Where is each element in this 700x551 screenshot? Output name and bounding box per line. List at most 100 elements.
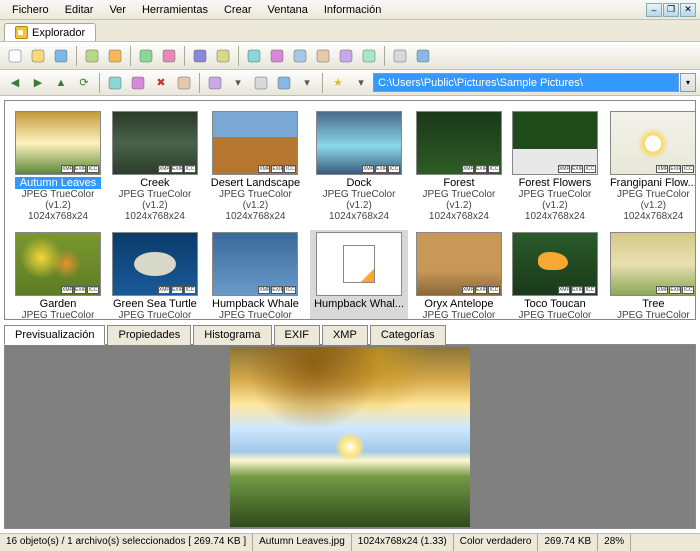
- thumb-image: XMPEXIFICC: [610, 232, 696, 296]
- paste-button[interactable]: [104, 45, 126, 67]
- menu-herramientas[interactable]: Herramientas: [134, 2, 216, 18]
- picture-send-button[interactable]: [158, 45, 180, 67]
- thumb-image: XMPEXIFICC: [316, 111, 402, 175]
- slideshow-button[interactable]: [266, 45, 288, 67]
- detail-tab-histograma[interactable]: Histograma: [193, 325, 271, 345]
- print-button[interactable]: [212, 45, 234, 67]
- thumb-item[interactable]: XMPEXIFICCOryx AntelopeJPEG TrueColor (v…: [414, 230, 504, 320]
- thumb-item[interactable]: XMPEXIFICCCreekJPEG TrueColor (v1.2)1024…: [109, 109, 201, 224]
- batch-button[interactable]: [312, 45, 334, 67]
- nav-refresh-button[interactable]: ⟳: [73, 72, 95, 94]
- nav-star-button[interactable]: ★: [327, 72, 349, 94]
- thumb-meta: JPEG TrueColor (v1.2): [416, 189, 502, 211]
- copy-button[interactable]: [81, 45, 103, 67]
- menu-ventana[interactable]: Ventana: [260, 2, 316, 18]
- nav-cut-button[interactable]: [173, 72, 195, 94]
- app-tab-bar: Explorador: [0, 20, 700, 42]
- thumb-dims: 1024x768x24: [608, 211, 696, 222]
- detail-tab-propiedades[interactable]: Propiedades: [107, 325, 191, 345]
- explorer-tab[interactable]: Explorador: [4, 23, 96, 41]
- thumb-item[interactable]: XMPEXIFICCFrangipani Flow...JPEG TrueCol…: [606, 109, 696, 224]
- nav-folder-new-button[interactable]: [104, 72, 126, 94]
- thumb-image: XMPEXIFICC: [15, 232, 101, 296]
- thumb-item[interactable]: XMPEXIFICCToco ToucanJPEG TrueColor (v1.…: [510, 230, 600, 320]
- tab-label: Explorador: [32, 27, 85, 39]
- thumb-name: Garden: [15, 298, 101, 310]
- thumb-item[interactable]: XMPEXIFICCGardenJPEG TrueColor (v1.2)102…: [13, 230, 103, 320]
- find-button[interactable]: [189, 45, 211, 67]
- close-button[interactable]: ✕: [680, 3, 696, 17]
- detail-tab-exif[interactable]: EXIF: [274, 325, 320, 345]
- thumb-meta: JPEG TrueColor (v1.2): [15, 189, 101, 211]
- info-button[interactable]: [412, 45, 434, 67]
- menu-ver[interactable]: Ver: [101, 2, 134, 18]
- menu-bar: FicheroEditarVerHerramientasCrearVentana…: [0, 0, 700, 20]
- nav-drop-button[interactable]: ▾: [296, 72, 318, 94]
- thumb-item[interactable]: XMPEXIFICCDockJPEG TrueColor (v1.2)1024x…: [310, 109, 408, 224]
- thumb-image: XMPEXIFICC: [416, 232, 502, 296]
- thumb-name: Forest: [416, 177, 502, 189]
- acquire-button[interactable]: [243, 45, 265, 67]
- thumb-name: Creek: [111, 177, 199, 189]
- thumb-item[interactable]: XMPEXIFICCTreeJPEG TrueColor (v1.2)1024x…: [606, 230, 696, 320]
- menu-fichero[interactable]: Fichero: [4, 2, 57, 18]
- nav-forward-button[interactable]: ▶: [27, 72, 49, 94]
- thumb-item[interactable]: Humpback Whal...: [310, 230, 408, 320]
- thumb-meta: JPEG TrueColor (v1.2): [512, 310, 598, 320]
- address-input[interactable]: C:\Users\Public\Pictures\Sample Pictures…: [373, 73, 679, 92]
- thumb-image: [316, 232, 402, 296]
- picture-button[interactable]: [135, 45, 157, 67]
- nav-drop-button[interactable]: ▾: [227, 72, 249, 94]
- status-dims: 1024x768x24 (1.33): [352, 534, 454, 551]
- nav-back-button[interactable]: ◀: [4, 72, 26, 94]
- grid-button[interactable]: [358, 45, 380, 67]
- new-doc-button[interactable]: [4, 45, 26, 67]
- detail-tab-xmp[interactable]: XMP: [322, 325, 368, 345]
- thumb-dims: 1024x768x24: [15, 211, 101, 222]
- thumb-meta: JPEG TrueColor (v1.2): [111, 310, 199, 320]
- thumb-item[interactable]: XMPEXIFICCDesert LandscapeJPEG TrueColor…: [207, 109, 304, 224]
- nav-drop-button[interactable]: ▾: [350, 72, 372, 94]
- nav-folder-copy-button[interactable]: [127, 72, 149, 94]
- thumb-image: XMPEXIFICC: [112, 111, 198, 175]
- thumb-image: XMPEXIFICC: [212, 111, 298, 175]
- nav-up-button[interactable]: ▲: [50, 72, 72, 94]
- thumb-image: XMPEXIFICC: [416, 111, 502, 175]
- thumb-name: Autumn Leaves: [15, 177, 101, 189]
- thumbnail-pane[interactable]: XMPEXIFICCAutumn LeavesJPEG TrueColor (v…: [4, 100, 696, 320]
- nav-delete-button[interactable]: ✖: [150, 72, 172, 94]
- status-file: Autumn Leaves.jpg: [253, 534, 352, 551]
- detail-tab-previsualización[interactable]: Previsualización: [4, 325, 105, 345]
- thumb-name: Oryx Antelope: [416, 298, 502, 310]
- thumb-meta: JPEG TrueColor (v1.2): [608, 189, 696, 211]
- thumb-image: XMPEXIFICC: [112, 232, 198, 296]
- menu-crear[interactable]: Crear: [216, 2, 260, 18]
- thumb-item[interactable]: XMPEXIFICCForest FlowersJPEG TrueColor (…: [510, 109, 600, 224]
- layout-button[interactable]: [335, 45, 357, 67]
- menu-información[interactable]: Información: [316, 2, 389, 18]
- open-button[interactable]: [27, 45, 49, 67]
- thumb-meta: JPEG TrueColor (v1.2): [312, 189, 406, 211]
- maximize-button[interactable]: ❐: [663, 3, 679, 17]
- nav-favorite-add-button[interactable]: [250, 72, 272, 94]
- thumb-dims: 1024x768x24: [312, 211, 406, 222]
- detail-tab-categorías[interactable]: Categorías: [370, 325, 446, 345]
- settings-button[interactable]: [389, 45, 411, 67]
- thumb-item[interactable]: XMPEXIFICCGreen Sea TurtleJPEG TrueColor…: [109, 230, 201, 320]
- save-button[interactable]: [50, 45, 72, 67]
- thumb-name: Toco Toucan: [512, 298, 598, 310]
- thumb-image: XMPEXIFICC: [610, 111, 696, 175]
- preview-pane[interactable]: [4, 345, 696, 529]
- thumb-name: Tree: [608, 298, 696, 310]
- thumb-dims: 1024x768x24: [209, 211, 302, 222]
- menu-editar[interactable]: Editar: [57, 2, 102, 18]
- minimize-button[interactable]: –: [646, 3, 662, 17]
- thumb-item[interactable]: XMPEXIFICCAutumn LeavesJPEG TrueColor (v…: [13, 109, 103, 224]
- convert-button[interactable]: [289, 45, 311, 67]
- address-dropdown[interactable]: ▾: [680, 73, 696, 92]
- thumb-item[interactable]: XMPEXIFICCHumpback WhaleJPEG TrueColor (…: [207, 230, 304, 320]
- thumb-item[interactable]: XMPEXIFICCForestJPEG TrueColor (v1.2)102…: [414, 109, 504, 224]
- nav-favorite-button[interactable]: [273, 72, 295, 94]
- thumb-meta: JPEG TrueColor (v1.2): [512, 189, 598, 211]
- nav-view-button[interactable]: [204, 72, 226, 94]
